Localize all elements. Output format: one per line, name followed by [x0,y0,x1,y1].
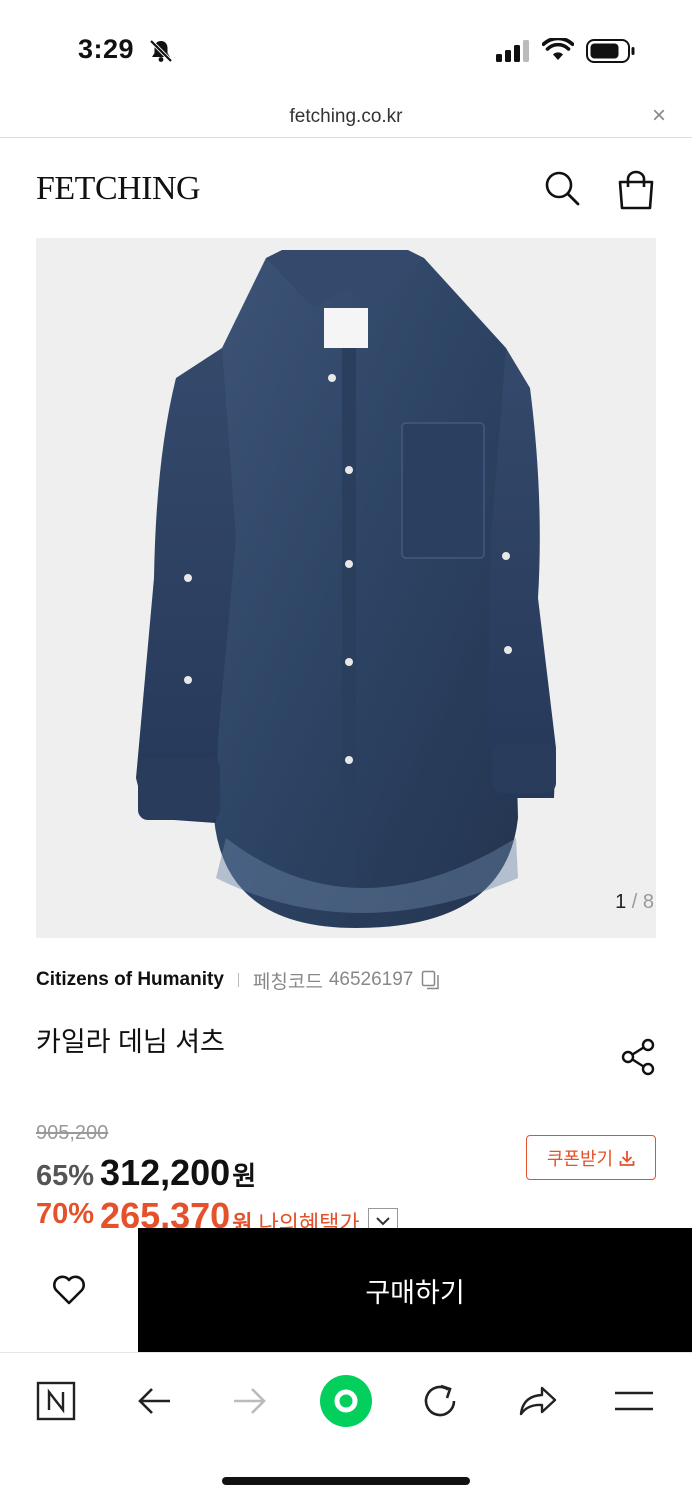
discount-rate: 65% [36,1160,95,1192]
bell-slash-icon [149,39,173,63]
back-button[interactable] [124,1371,184,1431]
image-counter-current: 1 [615,891,627,913]
price-row: 65% 312,200 원 [36,1152,256,1194]
original-price: 905,200 [36,1122,109,1144]
menu-icon [615,1391,653,1411]
reload-button[interactable] [410,1371,470,1431]
forward-arrow-icon [234,1388,266,1414]
product-image-carousel[interactable]: 1 / 8 [36,238,656,938]
heart-icon [53,1275,85,1305]
chevron-down-icon [375,1217,390,1226]
reload-icon [424,1384,456,1417]
signal-icon [496,40,529,62]
shopping-bag-icon [618,170,654,210]
url-bar[interactable]: fetching.co.kr × [0,100,692,138]
search-icon [545,171,580,206]
naver-n-icon [36,1381,76,1421]
url-domain: fetching.co.kr [289,106,403,127]
browser-toolbar [0,1352,692,1500]
divider [237,973,239,987]
currency-unit: 원 [232,1161,257,1191]
wishlist-button[interactable] [0,1228,138,1352]
download-icon [619,1150,635,1166]
benefit-discount-rate: 70% [36,1198,95,1228]
product-photo-denim-shirt [136,250,556,928]
copy-icon[interactable] [421,970,441,990]
benefit-price-row[interactable]: 70% 265,370 원 나의혜택가 [36,1198,398,1228]
status-time: 3:29 [78,34,135,64]
site-header: FETCHING [0,138,692,238]
share-icon [621,1038,655,1076]
image-counter-separator: / [631,891,638,913]
buy-button[interactable]: 구매하기 [138,1228,692,1352]
share-page-button[interactable] [508,1371,568,1431]
share-button[interactable] [620,1037,658,1077]
naver-home-button[interactable] [26,1371,86,1431]
forward-button[interactable] [220,1371,280,1431]
naver-green-dot-button[interactable] [314,1369,378,1433]
benefit-toggle[interactable] [367,1208,398,1228]
brand-name[interactable]: Citizens of Humanity [36,969,224,991]
site-logo[interactable]: FETCHING [36,170,201,208]
image-counter-total: 8 [642,891,654,913]
brand-row: Citizens of Humanity 페칭코드 46526197 [36,967,441,993]
status-bar: 3:29 [0,0,692,100]
back-arrow-icon [138,1388,170,1414]
coupon-label: 쿠폰받기 [546,1148,614,1169]
coupon-button[interactable]: 쿠폰받기 [526,1135,656,1180]
close-icon[interactable]: × [652,104,666,128]
benefit-label: 나의혜택가 [258,1211,360,1228]
share-arrow-icon [519,1386,557,1416]
image-counter: 1 / 8 [615,891,654,914]
cart-button[interactable] [614,168,658,212]
benefit-price: 265,370 [100,1198,231,1228]
battery-icon [586,39,635,63]
search-button[interactable] [542,168,582,208]
product-code-label: 페칭코드 [252,971,323,993]
menu-button[interactable] [604,1371,664,1431]
benefit-currency-unit: 원 [232,1211,253,1228]
wifi-icon [542,38,574,60]
product-title: 카일라 데님 셔츠 [36,1027,225,1057]
home-indicator[interactable] [222,1477,470,1485]
product-code-value: 46526197 [328,969,414,990]
sale-price: 312,200 [100,1152,231,1193]
green-dot-icon [320,1375,372,1427]
purchase-action-bar: 구매하기 [0,1228,692,1352]
